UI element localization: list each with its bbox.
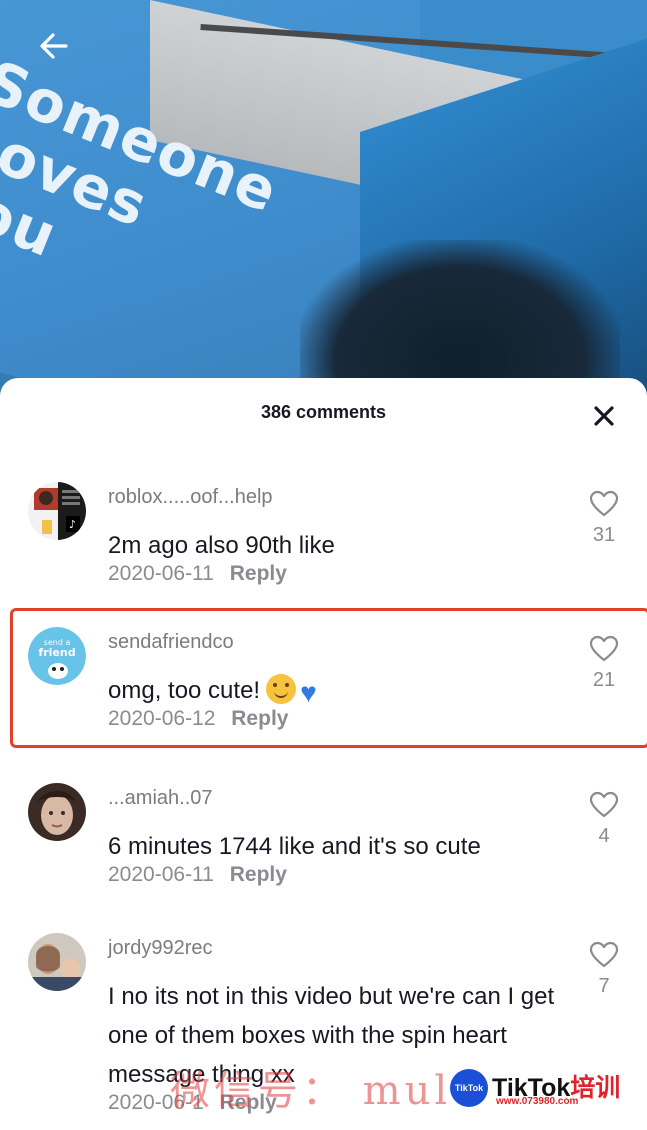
comments-sheet: 386 comments ♪ roblox.....oof...help 2m … bbox=[0, 378, 647, 1130]
back-arrow-icon bbox=[40, 33, 68, 59]
comment-text-body: omg, too cute! bbox=[108, 677, 261, 704]
comment-username[interactable]: sendafriendco bbox=[108, 631, 234, 654]
comment-text: 6 minutes 1744 like and it's so cute bbox=[108, 833, 481, 860]
tiktok-logo-icon: TikTok bbox=[450, 1069, 488, 1107]
comment-date: 2020-06-12 bbox=[108, 707, 216, 730]
comment-meta: 2020-06-12 Reply bbox=[108, 707, 288, 731]
comment-text: 2m ago also 90th like bbox=[108, 532, 335, 559]
comment-meta: 2020-06-11 Reply bbox=[108, 562, 287, 586]
comment-count: 386 comments bbox=[260, 402, 387, 422]
svg-text:♪: ♪ bbox=[69, 518, 76, 531]
comment-item: ♪ roblox.....oof...help 2m ago also 90th… bbox=[0, 460, 647, 600]
heart-outline-icon bbox=[589, 941, 619, 968]
avatar[interactable]: ♪ bbox=[28, 482, 86, 540]
avatar[interactable] bbox=[28, 783, 86, 841]
like-count: 4 bbox=[598, 825, 610, 847]
comment-username[interactable]: roblox.....oof...help bbox=[108, 486, 273, 509]
watermark-badge: TikTok TikTok培训 www.073980.com bbox=[450, 1066, 640, 1110]
close-button[interactable] bbox=[588, 400, 620, 432]
like-count: 31 bbox=[592, 524, 616, 546]
avatar[interactable]: send a friend bbox=[28, 627, 86, 685]
sheet-header: 386 comments bbox=[0, 378, 647, 450]
comment-item-highlighted: send a friend sendafriendco omg, too cut… bbox=[10, 608, 647, 748]
comment-username[interactable]: ...amiah..07 bbox=[108, 787, 213, 810]
video-background[interactable]: Someone Loves You bbox=[0, 0, 647, 420]
back-button[interactable] bbox=[32, 24, 76, 68]
like-button[interactable]: 31 bbox=[584, 490, 624, 547]
svg-text:friend: friend bbox=[38, 646, 75, 659]
like-count: 7 bbox=[598, 975, 610, 997]
comment-username[interactable]: jordy992rec bbox=[108, 937, 213, 960]
close-icon bbox=[594, 406, 614, 426]
like-count: 21 bbox=[592, 669, 616, 691]
comment-date: 2020-06-11 bbox=[108, 863, 214, 886]
reply-button[interactable]: Reply bbox=[230, 562, 287, 585]
like-button[interactable]: 4 bbox=[584, 791, 624, 848]
heart-outline-icon bbox=[589, 791, 619, 818]
blue-heart-emoji-icon: ♥ bbox=[300, 677, 317, 708]
reply-button[interactable]: Reply bbox=[230, 863, 287, 886]
comment-item: ...amiah..07 6 minutes 1744 like and it'… bbox=[0, 761, 647, 901]
comment-date: 2020-06-11 bbox=[108, 562, 214, 585]
avatar[interactable] bbox=[28, 933, 86, 991]
like-button[interactable]: 7 bbox=[584, 941, 624, 998]
like-button[interactable]: 21 bbox=[584, 635, 624, 692]
heart-outline-icon bbox=[589, 635, 619, 662]
comment-meta: 2020-06-11 Reply bbox=[108, 863, 287, 887]
watermark-text: 微信号： mulu bbox=[170, 1068, 481, 1114]
hugging-face-emoji-icon bbox=[266, 674, 297, 704]
watermark-url: www.073980.com bbox=[496, 1096, 579, 1107]
comment-text: omg, too cute! ♥ bbox=[108, 671, 568, 712]
heart-outline-icon bbox=[589, 490, 619, 517]
reply-button[interactable]: Reply bbox=[231, 707, 288, 730]
